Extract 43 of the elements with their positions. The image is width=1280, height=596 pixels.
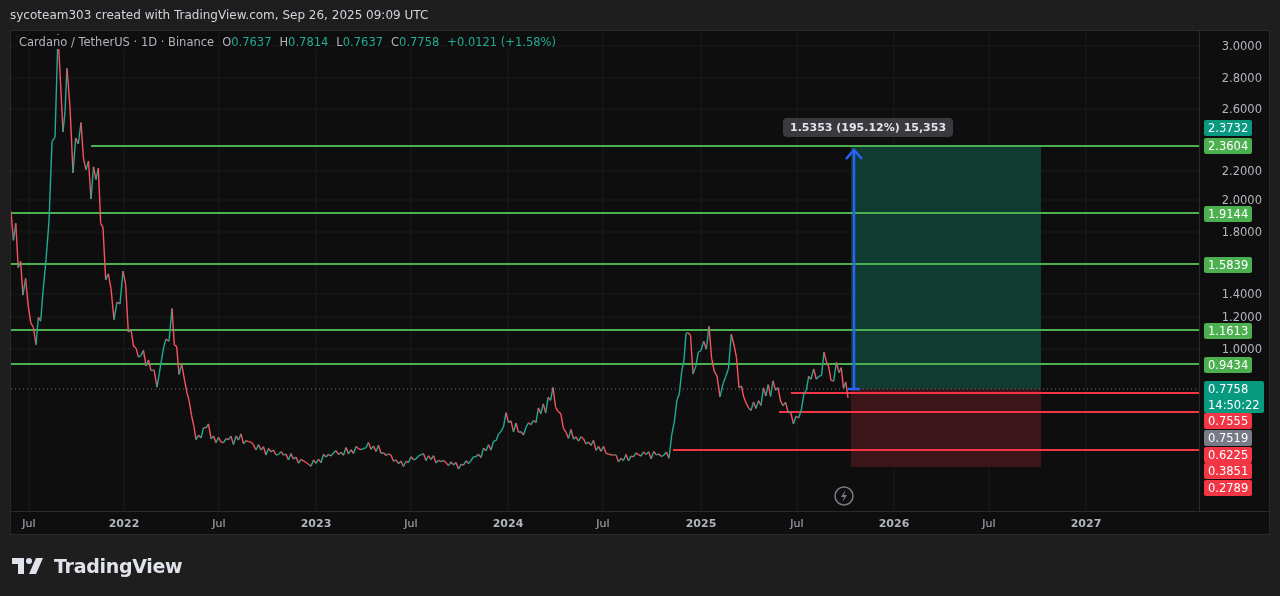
price-tick: 1.8000 xyxy=(1221,225,1262,239)
ohlc-value: C0.7758 xyxy=(391,35,440,49)
time-tick: Jul xyxy=(790,517,804,530)
price-label: 0.2789 xyxy=(1204,480,1253,496)
time-tick: 2024 xyxy=(492,517,524,530)
time-tick: Jul xyxy=(982,517,996,530)
price-tick: 1.0000 xyxy=(1221,342,1262,356)
time-tick: 2027 xyxy=(1070,517,1102,530)
price-label: 2.3732 xyxy=(1204,120,1253,136)
price-tick: 2.8000 xyxy=(1221,71,1262,85)
measure-tooltip: 1.5353 (195.12%) 15,353 xyxy=(783,118,954,137)
price-label: 1.5839 xyxy=(1204,257,1253,273)
time-tick: 2022 xyxy=(108,517,140,530)
time-tick: 2023 xyxy=(300,517,332,530)
price-tick: 2.0000 xyxy=(1221,193,1262,207)
time-tick: Jul xyxy=(22,517,36,530)
time-tick: 2025 xyxy=(685,517,717,530)
price-label: 2.3604 xyxy=(1204,138,1253,154)
lightning-icon[interactable] xyxy=(834,486,854,506)
price-tick: 1.2000 xyxy=(1221,310,1262,324)
price-tick: 2.6000 xyxy=(1221,102,1262,116)
time-tick: Jul xyxy=(212,517,226,530)
price-tick: 3.0000 xyxy=(1221,39,1262,53)
time-tick: Jul xyxy=(596,517,610,530)
price-label: 1.9144 xyxy=(1204,206,1253,222)
price-label: 0.7519 xyxy=(1204,430,1253,446)
price-tick: 1.4000 xyxy=(1221,287,1262,301)
ohlc-value: L0.7637 xyxy=(336,35,384,49)
brand-name: TradingView xyxy=(54,554,183,577)
time-tick: 2026 xyxy=(878,517,910,530)
symbol-title: Cardano / TetherUS · 1D · Binance xyxy=(19,35,215,49)
chart-caption: sycoteam303 created with TradingView.com, Sep 26, 2025 09:09 UTC xyxy=(10,8,429,22)
price-label: 0.6225 xyxy=(1204,447,1253,463)
price-change: +0.0121 (+1.58%) xyxy=(447,35,556,49)
price-label: 0.7555 xyxy=(1204,413,1253,429)
price-tick: 2.2000 xyxy=(1221,164,1262,178)
ohlc-value: H0.7814 xyxy=(279,35,329,49)
price-label: 0.3851 xyxy=(1204,463,1253,479)
price-label: 0.7758 14:50:22 xyxy=(1204,381,1264,413)
price-label: 1.1613 xyxy=(1204,323,1253,339)
price-label: 0.9434 xyxy=(1204,357,1253,373)
ohlc-value: O0.7637 xyxy=(222,35,272,49)
time-tick: Jul xyxy=(404,517,418,530)
